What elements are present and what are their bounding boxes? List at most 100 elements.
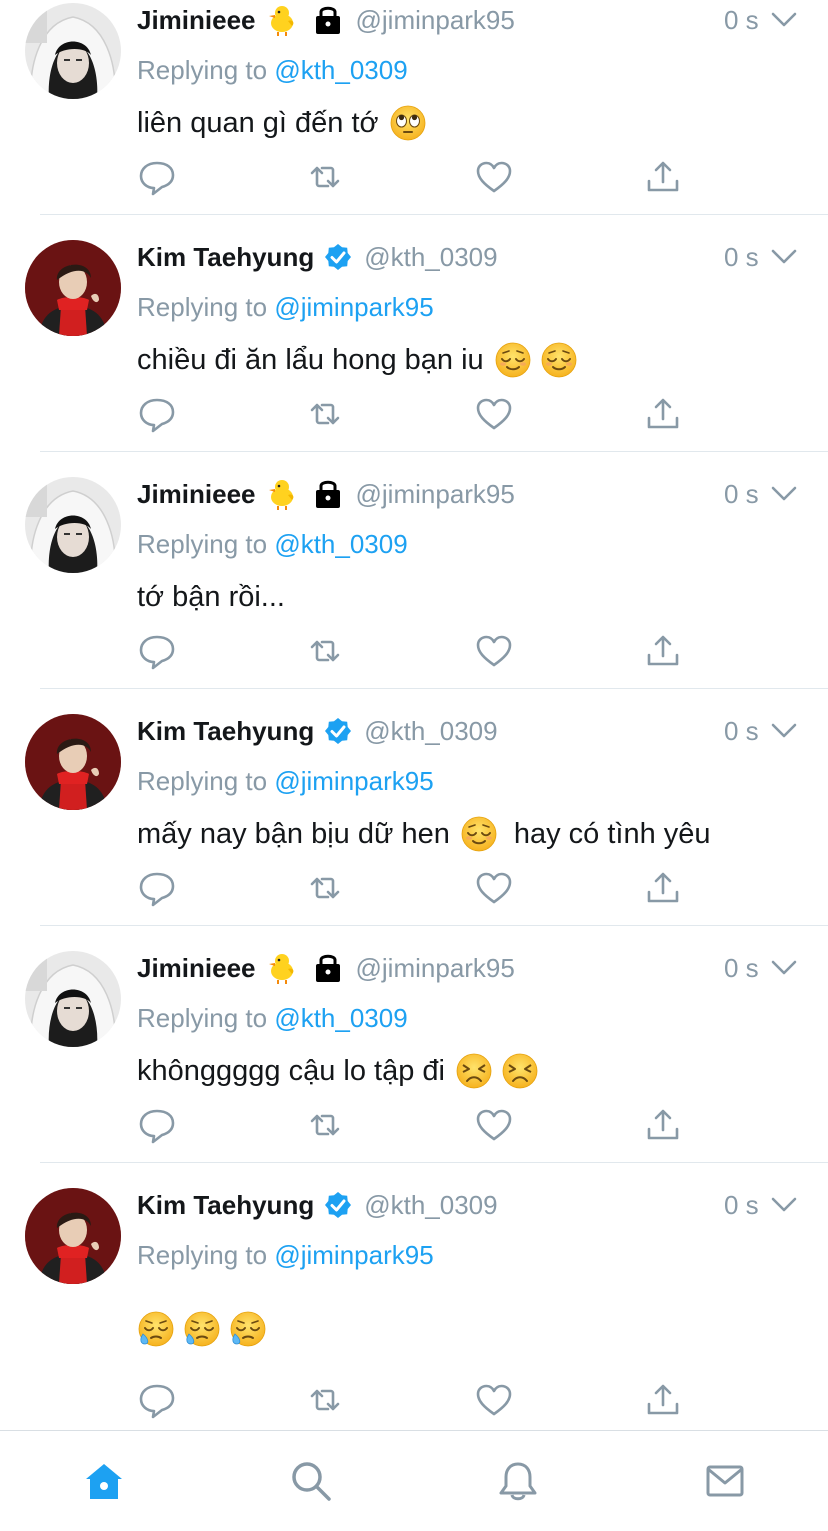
username-handle[interactable]: @kth_0309 xyxy=(364,716,497,747)
chevron-down-icon[interactable] xyxy=(770,721,798,741)
chevron-down-icon[interactable] xyxy=(770,484,798,504)
mention-link[interactable]: @jiminpark95 xyxy=(274,1240,433,1270)
timestamp[interactable]: 0 s xyxy=(724,951,759,985)
lock-icon xyxy=(312,477,344,511)
display-name[interactable]: Jiminieee xyxy=(137,479,256,510)
tweet-body: chiều đi ăn lẩu hong bạn iu xyxy=(137,343,484,376)
replying-to: Replying to @kth_0309 xyxy=(137,1003,408,1034)
share-icon[interactable] xyxy=(643,868,683,908)
mention-link[interactable]: @jiminpark95 xyxy=(274,292,433,322)
username-handle[interactable]: @kth_0309 xyxy=(364,1190,497,1221)
display-name[interactable]: Kim Taehyung xyxy=(137,1190,314,1221)
mention-link[interactable]: @kth_0309 xyxy=(274,55,407,85)
persevering-face-emoji xyxy=(455,1052,493,1090)
replying-to: Replying to @kth_0309 xyxy=(137,529,408,560)
tweet-divider xyxy=(40,688,828,689)
notifications-icon[interactable] xyxy=(496,1459,540,1503)
reply-icon[interactable] xyxy=(137,1105,177,1145)
avatar[interactable] xyxy=(25,714,121,810)
replying-to: Replying to @jiminpark95 xyxy=(137,1240,434,1271)
tweet-header: Jiminieee @jiminpark95 xyxy=(137,3,515,37)
reply-icon[interactable] xyxy=(137,394,177,434)
tweet-actions xyxy=(0,1105,828,1145)
chevron-down-icon[interactable] xyxy=(770,958,798,978)
mention-link[interactable]: @kth_0309 xyxy=(274,529,407,559)
tweet-actions xyxy=(0,1380,828,1420)
home-icon[interactable] xyxy=(82,1459,126,1503)
reply-icon[interactable] xyxy=(137,1380,177,1420)
tweet-actions xyxy=(0,868,828,908)
tweet-body-continued: hay có tình yêu xyxy=(513,817,711,850)
replying-to-label: Replying to xyxy=(137,529,268,559)
face-with-rolling-eyes-emoji xyxy=(389,104,427,142)
tweet-body: khônggggg cậu lo tập đi xyxy=(137,1054,445,1087)
timestamp[interactable]: 0 s xyxy=(724,3,759,37)
tweet-divider xyxy=(40,451,828,452)
replying-to-label: Replying to xyxy=(137,766,268,796)
like-icon[interactable] xyxy=(474,868,514,908)
timestamp[interactable]: 0 s xyxy=(724,240,759,274)
tweet-header: Kim Taehyung @kth_0309 xyxy=(137,240,498,274)
username-handle[interactable]: @kth_0309 xyxy=(364,242,497,273)
replying-to-label: Replying to xyxy=(137,292,268,322)
relieved-face-emoji xyxy=(540,341,578,379)
avatar[interactable] xyxy=(25,951,121,1047)
tweet-actions xyxy=(0,631,828,671)
display-name[interactable]: Jiminieee xyxy=(137,5,256,36)
share-icon[interactable] xyxy=(643,394,683,434)
timestamp[interactable]: 0 s xyxy=(724,477,759,511)
bottom-tab-bar xyxy=(0,1430,828,1531)
chevron-down-icon[interactable] xyxy=(770,1195,798,1215)
like-icon[interactable] xyxy=(474,157,514,197)
reply-icon[interactable] xyxy=(137,631,177,671)
like-icon[interactable] xyxy=(474,1105,514,1145)
sleepy-face-emoji xyxy=(183,1310,221,1348)
messages-icon[interactable] xyxy=(703,1459,747,1503)
username-handle[interactable]: @jiminpark95 xyxy=(356,5,515,36)
tweet-actions xyxy=(0,394,828,434)
share-icon[interactable] xyxy=(643,631,683,671)
persevering-face-emoji xyxy=(501,1052,539,1090)
avatar[interactable] xyxy=(25,240,121,336)
reply-icon[interactable] xyxy=(137,868,177,908)
relieved-face-emoji xyxy=(460,815,498,853)
tweet-body: liên quan gì đến tớ xyxy=(137,106,379,139)
mention-link[interactable]: @kth_0309 xyxy=(274,1003,407,1033)
like-icon[interactable] xyxy=(474,631,514,671)
tweet-text: chiều đi ăn lẩu hong bạn iu xyxy=(137,338,578,382)
replying-to-label: Replying to xyxy=(137,1003,268,1033)
chevron-down-icon[interactable] xyxy=(770,10,798,30)
retweet-icon[interactable] xyxy=(305,394,345,434)
replying-to: Replying to @jiminpark95 xyxy=(137,292,434,323)
retweet-icon[interactable] xyxy=(305,1105,345,1145)
display-name[interactable]: Kim Taehyung xyxy=(137,716,314,747)
avatar[interactable] xyxy=(25,3,121,99)
username-handle[interactable]: @jiminpark95 xyxy=(356,479,515,510)
username-handle[interactable]: @jiminpark95 xyxy=(356,953,515,984)
verified-icon xyxy=(324,243,352,271)
display-name[interactable]: Kim Taehyung xyxy=(137,242,314,273)
replying-to-label: Replying to xyxy=(137,1240,268,1270)
share-icon[interactable] xyxy=(643,1105,683,1145)
timestamp[interactable]: 0 s xyxy=(724,714,759,748)
share-icon[interactable] xyxy=(643,1380,683,1420)
share-icon[interactable] xyxy=(643,157,683,197)
lock-icon xyxy=(312,951,344,985)
avatar[interactable] xyxy=(25,1188,121,1284)
tweet-body: tớ bận rồi... xyxy=(137,580,285,613)
timestamp[interactable]: 0 s xyxy=(724,1188,759,1222)
sleepy-face-emoji xyxy=(229,1310,267,1348)
chevron-down-icon[interactable] xyxy=(770,247,798,267)
mention-link[interactable]: @jiminpark95 xyxy=(274,766,433,796)
retweet-icon[interactable] xyxy=(305,631,345,671)
like-icon[interactable] xyxy=(474,394,514,434)
search-icon[interactable] xyxy=(289,1459,333,1503)
display-name[interactable]: Jiminieee xyxy=(137,953,256,984)
like-icon[interactable] xyxy=(474,1380,514,1420)
tweet-text: liên quan gì đến tớ xyxy=(137,101,427,145)
avatar[interactable] xyxy=(25,477,121,573)
retweet-icon[interactable] xyxy=(305,868,345,908)
retweet-icon[interactable] xyxy=(305,157,345,197)
reply-icon[interactable] xyxy=(137,157,177,197)
retweet-icon[interactable] xyxy=(305,1380,345,1420)
